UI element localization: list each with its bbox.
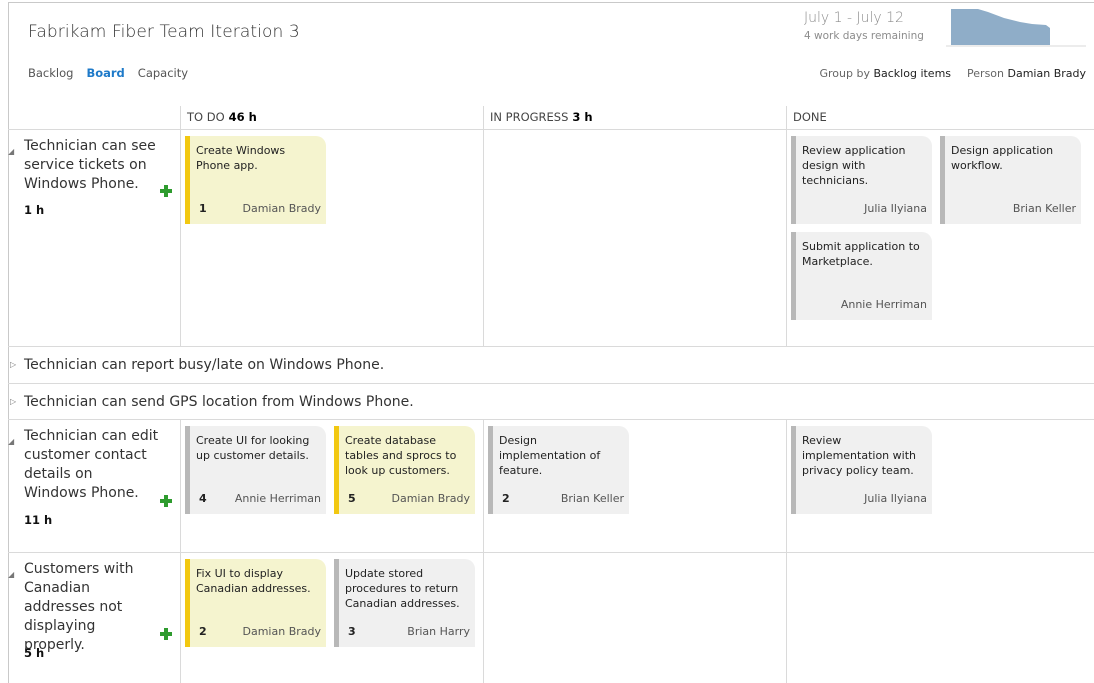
task-owner[interactable]: Brian Harry — [407, 624, 470, 639]
task-card[interactable]: Update stored procedures to return Canad… — [334, 559, 475, 647]
column-header-in-progress: IN PROGRESS 3 h — [490, 110, 593, 124]
task-remaining: 3 — [348, 625, 356, 638]
task-title: Fix UI to display Canadian addresses. — [196, 567, 311, 595]
divider — [786, 419, 787, 683]
story-title[interactable]: Technician can report busy/late on Windo… — [24, 357, 384, 373]
task-owner[interactable]: Annie Herriman — [841, 297, 927, 312]
task-card[interactable]: Create UI for looking up customer detail… — [185, 426, 326, 514]
groupby-control[interactable]: Group by Backlog items — [819, 67, 951, 80]
task-card[interactable]: Fix UI to display Canadian addresses. 2 … — [185, 559, 326, 647]
task-card[interactable]: Review implementation with privacy polic… — [791, 426, 932, 514]
task-card[interactable]: Design implementation of feature. 2 Bria… — [488, 426, 629, 514]
task-remaining: 1 — [199, 202, 207, 215]
divider — [786, 106, 787, 346]
task-title: Review implementation with privacy polic… — [802, 434, 916, 477]
story-row-collapsed[interactable]: ▷ Technician can send GPS location from … — [8, 384, 1094, 420]
burndown-chart[interactable] — [946, 8, 1086, 48]
divider — [180, 419, 181, 683]
tab-backlog[interactable]: Backlog — [28, 66, 73, 80]
task-card[interactable]: Create database tables and sprocs to loo… — [334, 426, 475, 514]
task-title: Create database tables and sprocs to loo… — [345, 434, 457, 477]
task-owner[interactable]: Julia Ilyiana — [864, 491, 927, 506]
collapse-icon[interactable]: ◢ — [8, 565, 14, 584]
groupby-bar: Group by Backlog items Person Damian Bra… — [819, 67, 1086, 80]
task-card[interactable]: Review application design with technicia… — [791, 136, 932, 224]
task-title: Design implementation of feature. — [499, 434, 601, 477]
expand-icon[interactable]: ▷ — [10, 347, 16, 383]
story-title[interactable]: Customers with Canadian addresses not di… — [24, 560, 159, 655]
collapse-icon[interactable]: ◢ — [8, 142, 14, 161]
view-tabs: Backlog Board Capacity — [28, 66, 188, 80]
sprint-remaining: 4 work days remaining — [804, 30, 924, 42]
person-filter[interactable]: Person Damian Brady — [967, 67, 1086, 80]
task-board: TO DO 46 h IN PROGRESS 3 h DONE ◢ Technici… — [8, 106, 1094, 683]
task-card[interactable]: Submit application to Marketplace. Annie… — [791, 232, 932, 320]
divider — [180, 106, 181, 346]
task-remaining: 5 — [348, 492, 356, 505]
story-row: ◢ Customers with Canadian addresses not … — [8, 560, 180, 680]
task-title: Create Windows Phone app. — [196, 144, 286, 172]
page-title: Fabrikam Fiber Team Iteration 3 — [28, 22, 300, 42]
task-remaining: 2 — [502, 492, 510, 505]
task-remaining: 2 — [199, 625, 207, 638]
task-remaining: 4 — [199, 492, 207, 505]
tab-capacity[interactable]: Capacity — [138, 66, 188, 80]
task-owner[interactable]: Damian Brady — [243, 201, 322, 216]
column-header-done: DONE — [793, 110, 827, 124]
task-owner[interactable]: Brian Keller — [561, 491, 624, 506]
divider — [8, 129, 1094, 130]
task-title: Review application design with technicia… — [802, 144, 906, 187]
story-row-collapsed[interactable]: ▷ Technician can report busy/late on Win… — [8, 347, 1094, 383]
task-title: Create UI for looking up customer detail… — [196, 434, 310, 462]
story-title[interactable]: Technician can see service tickets on Wi… — [24, 137, 159, 194]
story-hours: 1 h — [24, 203, 45, 217]
tab-board[interactable]: Board — [86, 66, 124, 80]
story-hours: 11 h — [24, 513, 53, 527]
task-title: Submit application to Marketplace. — [802, 240, 920, 268]
task-title: Design application workflow. — [951, 144, 1054, 172]
add-task-icon[interactable] — [160, 628, 172, 640]
add-task-icon[interactable] — [160, 185, 172, 197]
expand-icon[interactable]: ▷ — [10, 384, 16, 420]
sprint-dates: July 1 - July 12 — [804, 10, 904, 26]
story-title[interactable]: Technician can edit customer contact det… — [24, 427, 159, 503]
task-owner[interactable]: Damian Brady — [392, 491, 471, 506]
divider — [8, 552, 1094, 553]
task-owner[interactable]: Brian Keller — [1013, 201, 1076, 216]
task-title: Update stored procedures to return Canad… — [345, 567, 460, 610]
task-card[interactable]: Create Windows Phone app. 1 Damian Brady — [185, 136, 326, 224]
task-owner[interactable]: Julia Ilyiana — [864, 201, 927, 216]
task-owner[interactable]: Annie Herriman — [235, 491, 321, 506]
divider — [483, 106, 484, 346]
collapse-icon[interactable]: ◢ — [8, 432, 14, 451]
task-owner[interactable]: Damian Brady — [243, 624, 322, 639]
column-header-todo: TO DO 46 h — [187, 110, 257, 124]
story-title[interactable]: Technician can send GPS location from Wi… — [24, 394, 414, 410]
add-task-icon[interactable] — [160, 495, 172, 507]
story-row: ◢ Technician can see service tickets on … — [8, 137, 180, 342]
divider — [483, 419, 484, 683]
story-row: ◢ Technician can edit customer contact d… — [8, 427, 180, 547]
task-card[interactable]: Design application workflow. Brian Kelle… — [940, 136, 1081, 224]
story-hours: 5 h — [24, 646, 45, 660]
